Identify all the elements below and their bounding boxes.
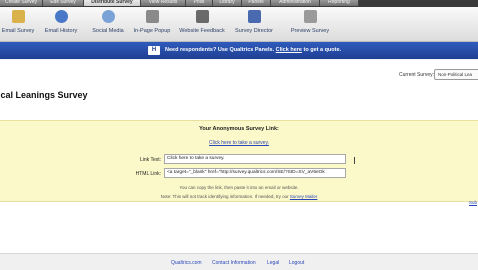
in-page-popup-button[interactable]: In-Page Popup bbox=[132, 10, 172, 41]
tab-create-survey[interactable]: Create Survey bbox=[0, 0, 43, 6]
tracking-note-text: Note: This will not track identifying in… bbox=[160, 194, 289, 199]
email-history-icon bbox=[54, 10, 68, 23]
email-survey-label: Email Survey bbox=[1, 28, 35, 34]
footer-link-qualtrics[interactable]: Qualtrics.com bbox=[171, 260, 202, 266]
tracking-note: Note: This will not track identifying in… bbox=[0, 194, 478, 199]
banner-text: Need respondents? Use Qualtrics Panels. … bbox=[165, 47, 341, 53]
html-link-label: HTML Link: bbox=[135, 171, 161, 177]
email-history-label: Email History bbox=[44, 28, 78, 34]
panels-badge-icon: H bbox=[148, 46, 160, 55]
tab-distribute-survey[interactable]: Distribute Survey bbox=[84, 0, 141, 6]
current-survey-select[interactable]: Non-Political Lea bbox=[434, 69, 478, 80]
tab-panels[interactable]: Panels bbox=[242, 0, 271, 6]
link-text-label: Link Text: bbox=[139, 157, 161, 163]
text-cursor-icon bbox=[354, 157, 355, 164]
social-media-label: Social Media bbox=[92, 28, 124, 34]
tab-library[interactable]: Library bbox=[213, 0, 242, 6]
link-text-field[interactable]: Click here to take a survey. bbox=[164, 154, 346, 164]
email-survey-icon bbox=[11, 10, 25, 23]
distribute-toolbar: Email Survey Email History Social Media … bbox=[0, 7, 478, 42]
in-page-popup-label: In-Page Popup bbox=[133, 28, 171, 34]
survey-link[interactable]: Click here to take a survey. bbox=[0, 140, 478, 146]
email-history-button[interactable]: Email History bbox=[42, 10, 80, 41]
tab-polls[interactable]: Polls bbox=[186, 0, 213, 6]
survey-director-icon bbox=[247, 10, 261, 23]
html-link-field[interactable]: <a target="_blank" href="http://survey.q… bbox=[164, 168, 346, 178]
survey-director-button[interactable]: Survey Director bbox=[232, 10, 276, 41]
website-feedback-icon bbox=[195, 10, 209, 23]
edge-link[interactable]: Sub bbox=[469, 200, 477, 205]
preview-survey-button[interactable]: Preview Survey bbox=[288, 10, 332, 41]
footer-link-legal[interactable]: Legal bbox=[267, 260, 279, 266]
tab-view-results[interactable]: View Results bbox=[141, 0, 186, 6]
email-survey-button[interactable]: Email Survey bbox=[0, 10, 36, 41]
main-content: Current Survey: Non-Political Lea ical L… bbox=[0, 60, 478, 253]
in-page-popup-icon bbox=[145, 10, 159, 23]
website-feedback-label: Website Feedback bbox=[179, 28, 225, 34]
tab-reporting[interactable]: Reporting bbox=[320, 0, 359, 6]
survey-director-label: Survey Director bbox=[235, 28, 273, 34]
social-media-icon bbox=[101, 10, 115, 23]
footer-link-logout[interactable]: Logout bbox=[289, 260, 304, 266]
survey-mailer-link[interactable]: Survey Mailer bbox=[290, 194, 318, 199]
banner-text-suffix: to get a quote. bbox=[303, 47, 342, 53]
banner-text-prefix: Need respondents? Use Qualtrics Panels. bbox=[165, 47, 275, 53]
copy-hint: You can copy the link, then paste it int… bbox=[179, 185, 299, 190]
website-feedback-button[interactable]: Website Feedback bbox=[178, 10, 226, 41]
tab-administration[interactable]: Administration bbox=[271, 0, 320, 6]
page-title: ical Leanings Survey bbox=[0, 90, 88, 100]
anonymous-link-panel: Your Anonymous Survey Link: Click here t… bbox=[0, 120, 478, 202]
tab-edit-survey[interactable]: Edit Survey bbox=[43, 0, 84, 6]
footer: Qualtrics.com Contact Information Legal … bbox=[0, 253, 478, 270]
current-survey-label: Current Survey: bbox=[398, 72, 434, 78]
panels-banner: H Need respondents? Use Qualtrics Panels… bbox=[0, 42, 478, 59]
footer-link-contact[interactable]: Contact Information bbox=[212, 260, 256, 266]
top-tab-bar: Create Survey Edit Survey Distribute Sur… bbox=[0, 0, 478, 7]
banner-click-here-link[interactable]: Click here bbox=[276, 47, 302, 53]
social-media-button[interactable]: Social Media bbox=[90, 10, 126, 41]
preview-survey-label: Preview Survey bbox=[290, 28, 330, 34]
anonymous-link-title: Your Anonymous Survey Link: bbox=[199, 126, 279, 132]
preview-survey-icon bbox=[303, 10, 317, 23]
